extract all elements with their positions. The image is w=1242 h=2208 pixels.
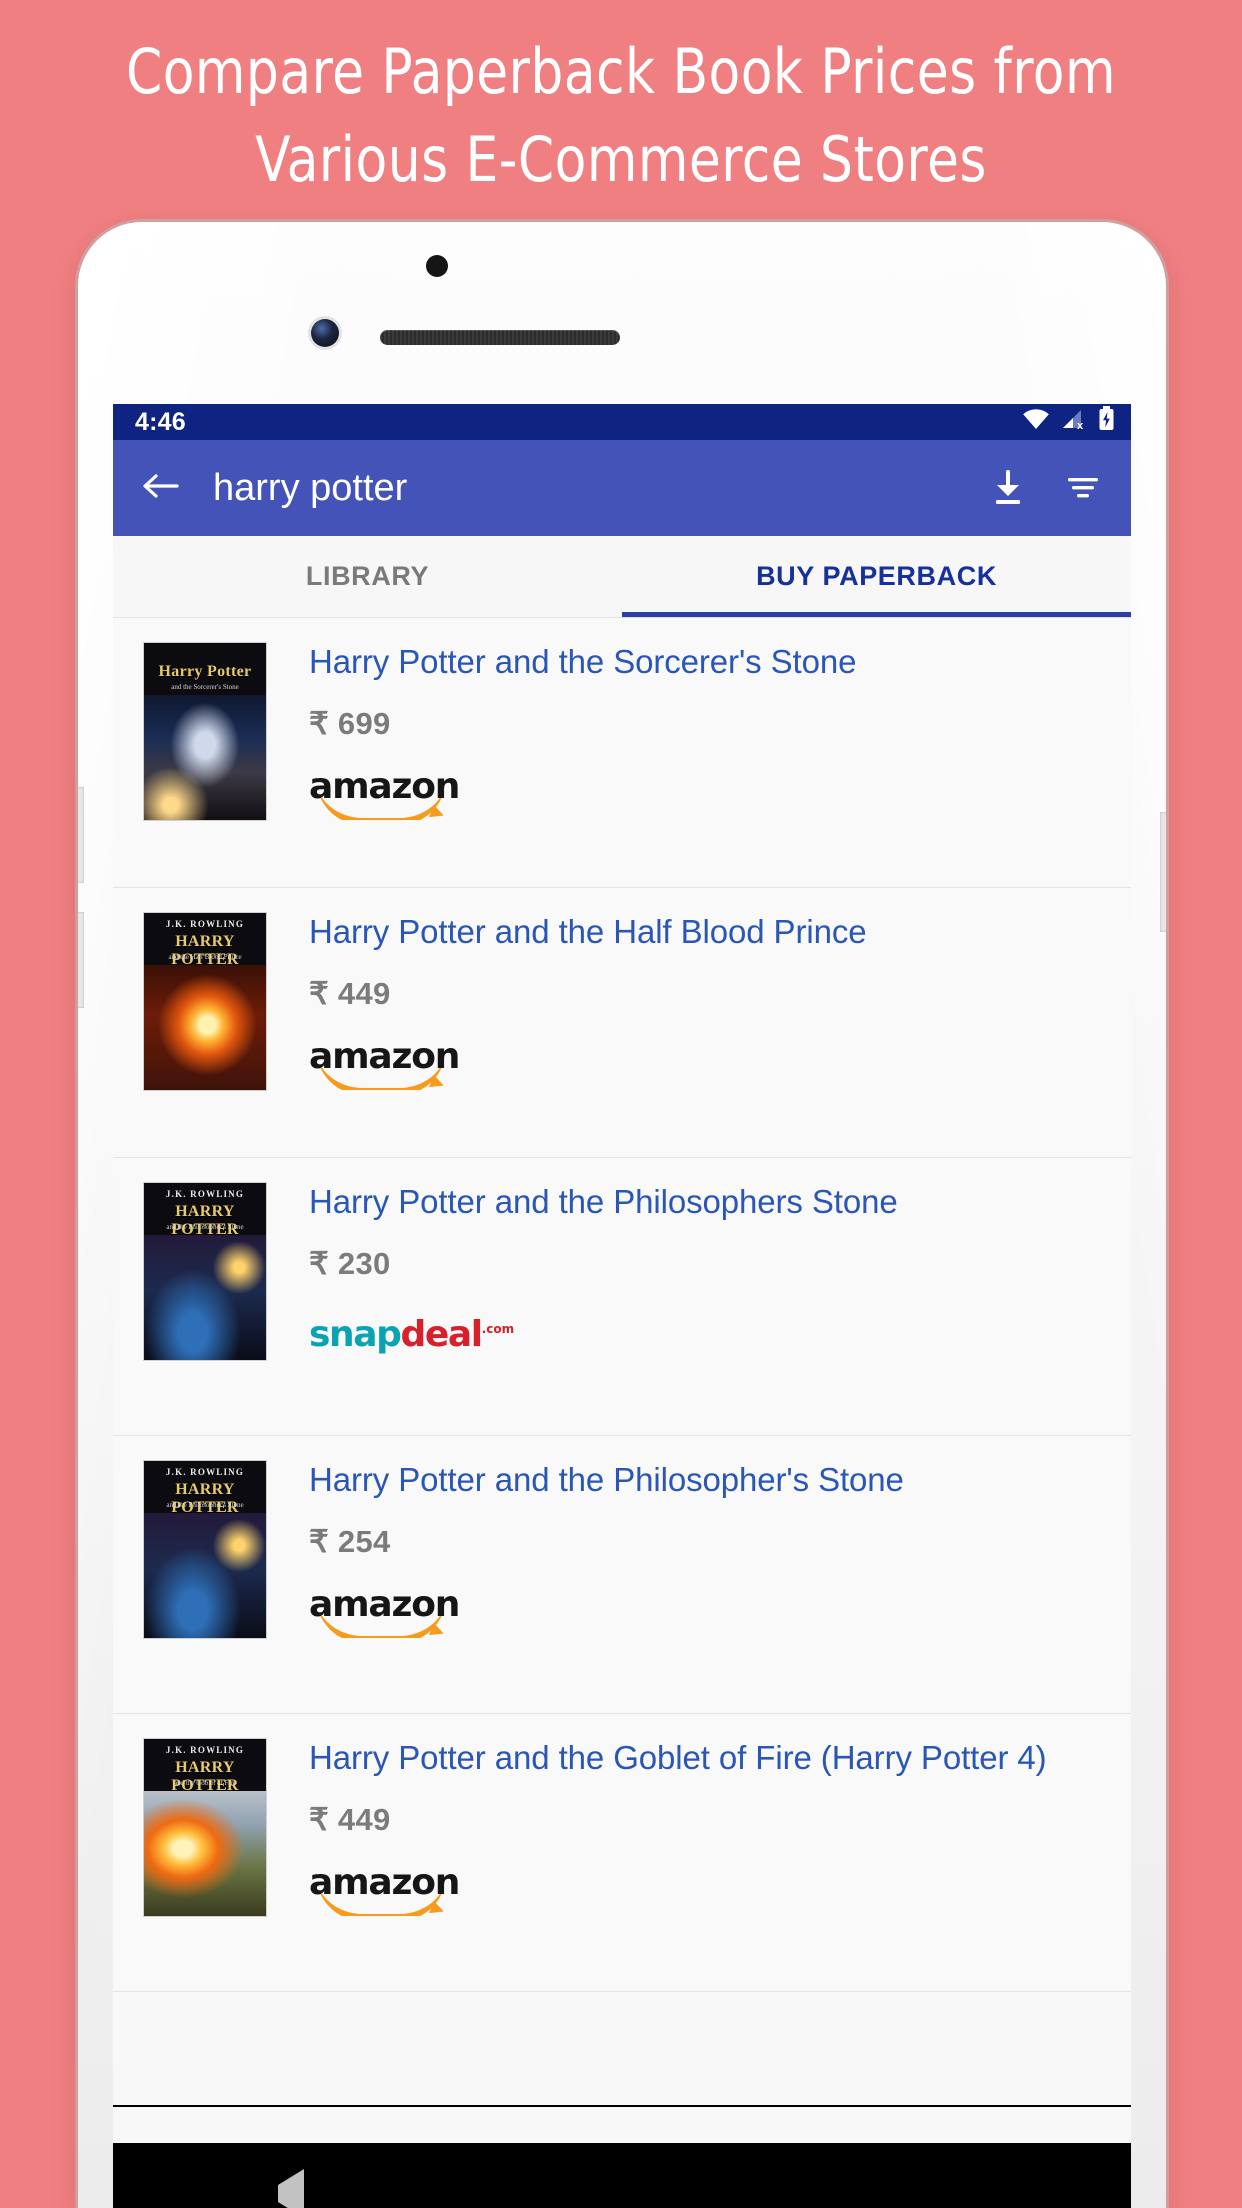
amazon-smile-icon	[316, 1068, 446, 1090]
back-triangle-icon[interactable]	[278, 2168, 305, 2208]
table-row[interactable]: J.K. ROWLING HARRY POTTER and the Half B…	[113, 888, 1131, 1158]
cover-title: HARRY POTTER	[171, 933, 239, 968]
cover-author: J.K. ROWLING	[165, 1745, 245, 1755]
status-bar: 4:46 x	[113, 404, 1131, 440]
book-info: Harry Potter and the Half Blood Prince ₹…	[271, 912, 1105, 1157]
book-price: ₹ 699	[309, 706, 391, 741]
cover-artwork	[144, 1513, 266, 1638]
book-results-list[interactable]: Harry Potter and the Sorcerer's Stone Ha…	[113, 618, 1131, 2143]
wifi-icon	[1022, 408, 1050, 437]
power-button[interactable]	[1160, 812, 1166, 932]
book-cover-thumbnail[interactable]: Harry Potter and the Sorcerer's Stone	[139, 642, 271, 887]
snapdeal-logo-icon: snapdeal.com	[309, 1308, 514, 1356]
amazon-smile-icon	[316, 1616, 446, 1638]
book-price: ₹ 449	[309, 1802, 391, 1837]
phone-screen: 4:46 x harry potter LIBRARY BUY PAPERBAC…	[113, 404, 1131, 2208]
filter-icon[interactable]	[1065, 473, 1101, 503]
book-info: Harry Potter and the Goblet of Fire (Har…	[271, 1738, 1105, 1991]
amazon-logo-icon: amazon	[309, 1586, 469, 1640]
table-row[interactable]: J.K. ROWLING HARRY POTTER and the Philos…	[113, 1436, 1131, 1714]
cover-subtitle: and the Sorcerer's Stone	[171, 683, 239, 691]
amazon-smile-icon	[316, 1894, 446, 1916]
cover-artwork	[144, 695, 266, 820]
cover-title: HARRY POTTER	[171, 1759, 239, 1794]
store-logo-amazon[interactable]: amazon	[309, 1586, 1099, 1640]
cover-author: J.K. ROWLING	[165, 1467, 245, 1477]
table-row[interactable]: J.K. ROWLING HARRY POTTER and the Philos…	[113, 1158, 1131, 1436]
svg-text:x: x	[1077, 420, 1084, 430]
cover-subtitle: and the Half Blood Prince	[168, 953, 242, 961]
download-icon[interactable]	[991, 470, 1025, 506]
book-cover-thumbnail[interactable]: J.K. ROWLING HARRY POTTER and the Half B…	[139, 912, 271, 1157]
book-cover-thumbnail[interactable]: J.K. ROWLING HARRY POTTER and the Philos…	[139, 1182, 271, 1435]
cover-subtitle: and the Philosopher's Stone	[166, 1223, 244, 1231]
store-logo-amazon[interactable]: amazon	[309, 1038, 1099, 1092]
cover-title: Harry Potter	[158, 663, 252, 680]
promo-headline: Compare Paperback Book Prices from Vario…	[43, 28, 1198, 204]
tab-buy-paperback[interactable]: BUY PAPERBACK	[622, 536, 1131, 617]
book-info: Harry Potter and the Philosophers Stone …	[271, 1182, 1105, 1435]
cover-subtitle: and the Philosopher's Stone	[166, 1501, 244, 1509]
headline-line-1: Compare Paperback Book Prices from	[126, 35, 1116, 108]
list-clip-edge	[113, 2105, 1131, 2107]
status-bar-clock: 4:46	[135, 407, 186, 436]
store-logo-amazon[interactable]: amazon	[309, 768, 1099, 822]
cover-art-sorcerer: Harry Potter and the Sorcerer's Stone	[143, 642, 267, 821]
front-camera-icon	[311, 319, 339, 347]
cover-artwork	[144, 1235, 266, 1360]
store-logo-snapdeal[interactable]: snapdeal.com	[309, 1308, 1099, 1362]
app-bar-title: harry potter	[213, 466, 408, 509]
tab-library-label: LIBRARY	[305, 561, 430, 591]
tab-buy-paperback-label: BUY PAPERBACK	[756, 561, 997, 591]
table-row[interactable]: Harry Potter and the Sorcerer's Stone Ha…	[113, 618, 1131, 888]
cover-author: J.K. ROWLING	[165, 1189, 245, 1199]
store-logo-amazon[interactable]: amazon	[309, 1864, 1099, 1918]
earpiece-speaker-icon	[380, 330, 620, 345]
book-cover-thumbnail[interactable]: J.K. ROWLING HARRY POTTER and the Philos…	[139, 1460, 271, 1713]
headline-line-2: Various E-Commerce Stores	[255, 123, 987, 196]
amazon-smile-icon	[316, 798, 446, 820]
cover-title: HARRY POTTER	[171, 1203, 239, 1238]
cellular-off-icon: x	[1061, 408, 1087, 437]
book-title[interactable]: Harry Potter and the Philosophers Stone	[309, 1182, 1099, 1222]
snapdeal-suffix: .com	[481, 1322, 515, 1336]
volume-up-button[interactable]	[78, 787, 84, 883]
book-info: Harry Potter and the Sorcerer's Stone ₹ …	[271, 642, 1105, 887]
cover-author: J.K. ROWLING	[165, 919, 245, 929]
tab-bar: LIBRARY BUY PAPERBACK	[113, 536, 1131, 618]
battery-charging-icon	[1098, 406, 1115, 438]
amazon-logo-icon: amazon	[309, 1038, 469, 1092]
phone-mockup: 4:46 x harry potter LIBRARY BUY PAPERBAC…	[78, 222, 1166, 2208]
status-bar-icons: x	[1022, 406, 1115, 438]
proximity-sensor-icon	[426, 255, 448, 277]
volume-down-button[interactable]	[78, 912, 84, 1008]
cover-subtitle: and the Goblet of Fire	[174, 1779, 236, 1787]
cover-art-goblet: J.K. ROWLING HARRY POTTER and the Goblet…	[143, 1738, 267, 1917]
table-row[interactable]: J.K. ROWLING HARRY POTTER and the Goblet…	[113, 1714, 1131, 1992]
app-bar: harry potter	[113, 440, 1131, 536]
book-title[interactable]: Harry Potter and the Goblet of Fire (Har…	[309, 1738, 1099, 1778]
book-title[interactable]: Harry Potter and the Sorcerer's Stone	[309, 642, 1099, 682]
snapdeal-word-snap: snap	[309, 1314, 402, 1355]
book-title[interactable]: Harry Potter and the Philosopher's Stone	[309, 1460, 1099, 1500]
amazon-logo-icon: amazon	[309, 768, 469, 822]
cover-artwork	[144, 1791, 266, 1916]
cover-art-philosophers-2: J.K. ROWLING HARRY POTTER and the Philos…	[143, 1460, 267, 1639]
book-info: Harry Potter and the Philosopher's Stone…	[271, 1460, 1105, 1713]
back-arrow-icon[interactable]	[141, 471, 179, 506]
book-price: ₹ 230	[309, 1246, 391, 1281]
book-title[interactable]: Harry Potter and the Half Blood Prince	[309, 912, 1099, 952]
cover-artwork	[144, 965, 266, 1090]
amazon-logo-icon: amazon	[309, 1864, 469, 1918]
cover-title: HARRY POTTER	[171, 1481, 239, 1516]
snapdeal-word-deal: deal	[400, 1314, 484, 1355]
book-price: ₹ 254	[309, 1524, 391, 1559]
cover-art-half-blood: J.K. ROWLING HARRY POTTER and the Half B…	[143, 912, 267, 1091]
cover-art-philosophers: J.K. ROWLING HARRY POTTER and the Philos…	[143, 1182, 267, 1361]
tab-library[interactable]: LIBRARY	[113, 536, 622, 617]
android-nav-bar	[113, 2143, 1131, 2208]
book-price: ₹ 449	[309, 976, 391, 1011]
book-cover-thumbnail[interactable]: J.K. ROWLING HARRY POTTER and the Goblet…	[139, 1738, 271, 1991]
